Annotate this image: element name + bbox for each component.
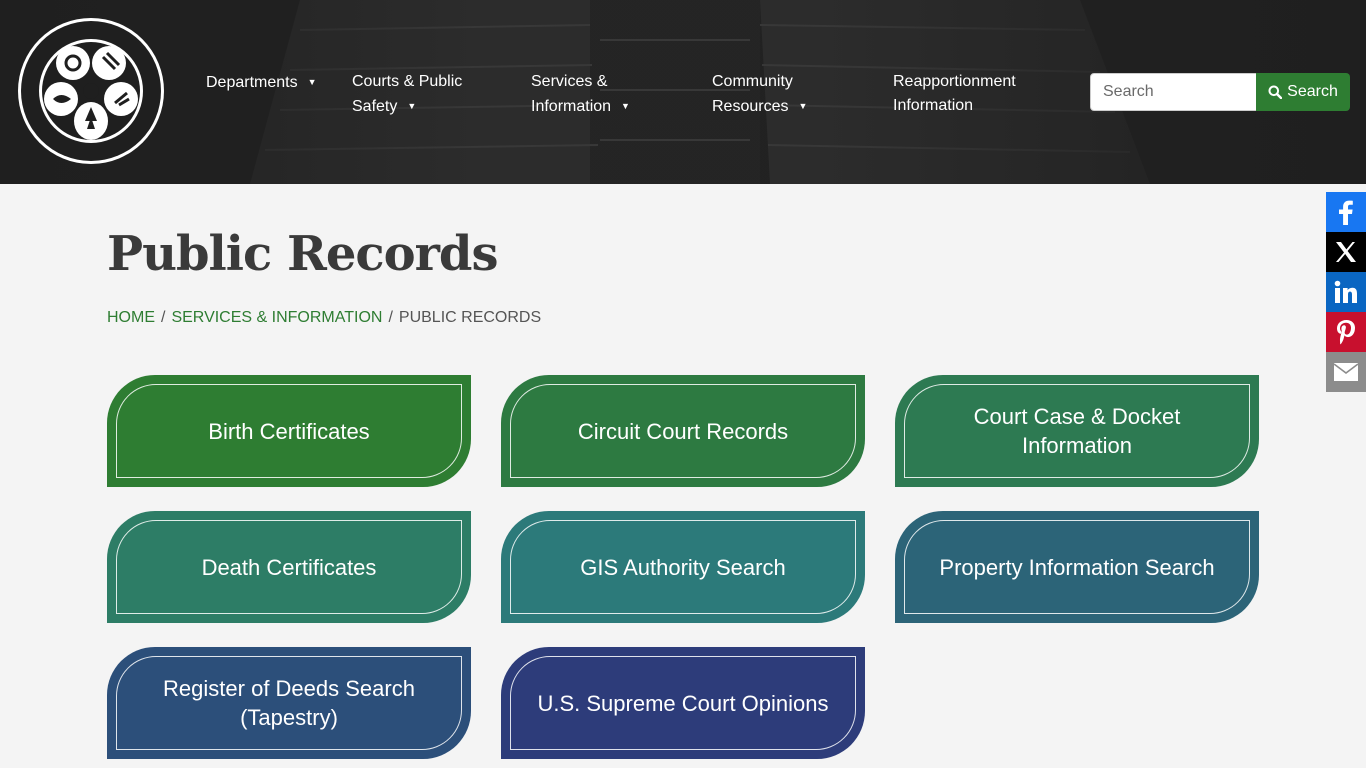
breadcrumb-home[interactable]: HOME	[107, 309, 155, 326]
breadcrumb-separator: /	[161, 309, 166, 326]
tile-label: Death Certificates	[116, 520, 462, 614]
tile-label: Property Information Search	[904, 520, 1250, 614]
caret-down-icon: ▼	[798, 101, 808, 111]
share-email-button[interactable]	[1326, 352, 1366, 392]
nav-item-community-resources[interactable]: Community Resources ▼	[712, 70, 807, 119]
email-icon	[1333, 363, 1359, 381]
nav-item-departments[interactable]: Departments ▼	[206, 70, 317, 95]
caret-down-icon: ▼	[621, 101, 630, 111]
county-seal-logo[interactable]	[15, 17, 167, 165]
share-pinterest-button[interactable]	[1326, 312, 1366, 352]
tile-label: GIS Authority Search	[510, 520, 856, 614]
pinterest-icon	[1337, 320, 1355, 345]
nav-item-reapportionment-information[interactable]: Reapportionment Information	[893, 70, 1016, 118]
breadcrumb: HOME / SERVICES & INFORMATION / PUBLIC RECOR…	[107, 309, 541, 327]
page-title: Public Records	[107, 226, 499, 282]
nav-label-line2: Information	[531, 98, 612, 115]
breadcrumb-current: PUBLIC RECORDS	[398, 309, 542, 326]
breadcrumb-services-information[interactable]: SERVICES & INFORMATION	[171, 309, 382, 326]
caret-down-icon: ▼	[307, 77, 317, 87]
nav-label: Courts & Public	[352, 73, 463, 90]
nav-label: Reapportionment	[893, 73, 1016, 90]
tile-label: U.S. Supreme Court Opinions	[510, 656, 856, 750]
tile-label: Birth Certificates	[116, 384, 462, 478]
tile-label: Court Case & Docket Information	[904, 384, 1250, 478]
nav-label-line2: Information	[893, 97, 974, 114]
tile-circuit-court-records[interactable]: Circuit Court Records	[501, 375, 865, 487]
breadcrumb-separator: /	[388, 309, 393, 326]
tile-label: Circuit Court Records	[510, 384, 856, 478]
x-icon	[1336, 242, 1356, 262]
site-header: Departments ▼ Courts & Public Safety ▼ Ser…	[0, 0, 1366, 184]
nav-label-line2: Resources	[712, 98, 789, 115]
nav-label: Departments	[206, 74, 298, 91]
tile-register-of-deeds-search[interactable]: Register of Deeds Search (Tapestry)	[107, 647, 471, 759]
facebook-icon	[1339, 200, 1353, 225]
tile-death-certificates[interactable]: Death Certificates	[107, 511, 471, 623]
social-share-bar	[1326, 192, 1366, 392]
caret-down-icon: ▼	[407, 101, 417, 111]
tile-gis-authority-search[interactable]: GIS Authority Search	[501, 511, 865, 623]
nav-label-line2: Safety	[352, 98, 398, 115]
tile-court-case-docket[interactable]: Court Case & Docket Information	[895, 375, 1259, 487]
nav-item-services-information[interactable]: Services & Information ▼	[531, 70, 630, 119]
tile-property-information-search[interactable]: Property Information Search	[895, 511, 1259, 623]
tile-birth-certificates[interactable]: Birth Certificates	[107, 375, 471, 487]
tile-us-supreme-court-opinions[interactable]: U.S. Supreme Court Opinions	[501, 647, 865, 759]
linkedin-icon	[1334, 280, 1357, 303]
nav-label: Services &	[531, 73, 608, 90]
search-button[interactable]: Search	[1256, 73, 1350, 111]
share-x-button[interactable]	[1326, 232, 1366, 272]
share-facebook-button[interactable]	[1326, 192, 1366, 232]
nav-label: Community	[712, 73, 793, 90]
search-icon	[1268, 85, 1283, 99]
search-button-label: Search	[1287, 83, 1338, 100]
nav-item-courts-public-safety[interactable]: Courts & Public Safety ▼	[352, 70, 462, 119]
search-input[interactable]	[1090, 73, 1257, 111]
share-linkedin-button[interactable]	[1326, 272, 1366, 312]
tile-label: Register of Deeds Search (Tapestry)	[116, 656, 462, 750]
